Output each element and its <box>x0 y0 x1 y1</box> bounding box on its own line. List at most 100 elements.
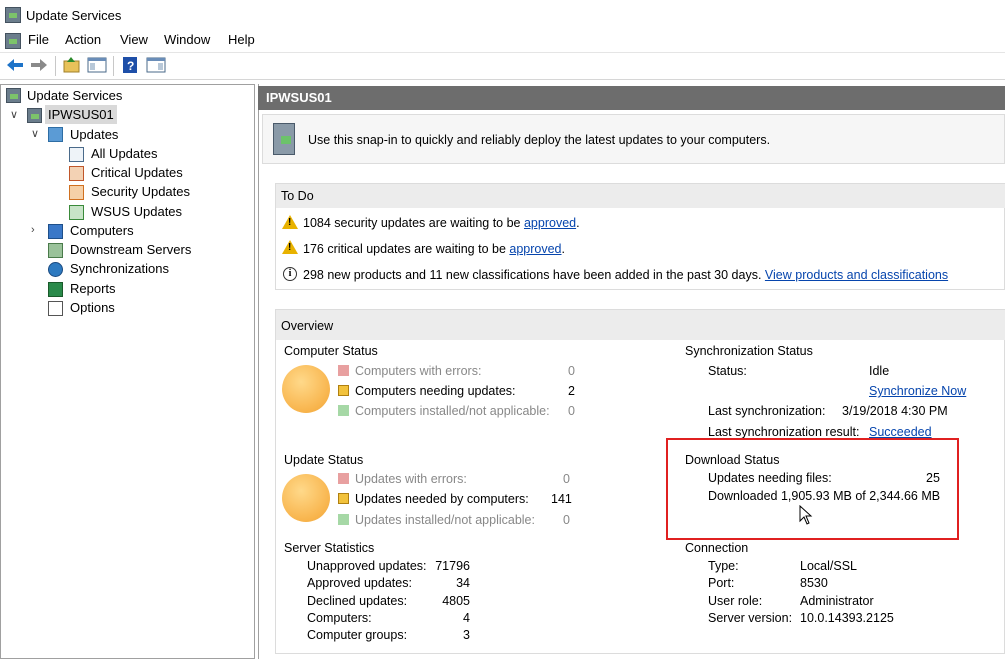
server-statistics-title: Server Statistics <box>284 541 375 555</box>
tree-item-options[interactable]: Options <box>70 298 115 317</box>
user-role-value: Administrator <box>800 594 874 608</box>
downloaded-text: Downloaded 1,905.93 MB of 2,344.66 MB <box>708 489 941 503</box>
svg-text:?: ? <box>127 59 134 73</box>
error-legend-swatch <box>338 365 349 376</box>
tree-item-downstream-servers[interactable]: Downstream Servers <box>70 240 191 259</box>
overview-title: Overview <box>281 319 334 333</box>
sync-status-title: Synchronization Status <box>685 344 813 358</box>
downstream-servers-icon <box>48 243 63 258</box>
todo-item-security: 1084 security updates are waiting to be … <box>303 216 580 230</box>
updates-icon <box>48 127 63 142</box>
intro-panel: Use this snap-in to quickly and reliably… <box>262 114 1005 164</box>
updates-needed-value: 141 <box>551 492 572 506</box>
menu-window[interactable]: Window <box>164 32 210 47</box>
computers-errors-label: Computers with errors: <box>355 364 482 378</box>
intro-text: Use this snap-in to quickly and reliably… <box>308 133 771 147</box>
computers-needing-value: 2 <box>568 384 575 398</box>
todo-item-products: 298 new products and 11 new classificati… <box>303 268 949 282</box>
warning-icon <box>282 240 298 254</box>
computers-icon <box>48 224 63 239</box>
computer-groups-value: 3 <box>463 628 470 642</box>
todo-header: To Do <box>276 184 1005 208</box>
updates-errors-label: Updates with errors: <box>355 472 467 486</box>
declined-updates-label: Declined updates: <box>307 594 408 608</box>
menu-help[interactable]: Help <box>228 32 255 47</box>
update-status-title: Update Status <box>284 453 364 467</box>
tree-item-computers[interactable]: Computers <box>70 221 134 240</box>
needed-legend-swatch <box>338 493 349 504</box>
tree-item-all-updates[interactable]: All Updates <box>91 144 157 163</box>
tree-item-reports[interactable]: Reports <box>70 279 116 298</box>
approved-updates-value: 34 <box>456 576 470 590</box>
tree-item-critical-updates[interactable]: Critical Updates <box>91 163 183 182</box>
updates-installed-label: Updates installed/not applicable: <box>355 513 535 527</box>
tree-item-updates[interactable]: Updates <box>70 125 118 144</box>
toolbar-separator <box>55 56 56 76</box>
last-sync-label: Last synchronization: <box>708 404 826 418</box>
connection-type-value: Local/SSL <box>800 559 857 573</box>
update-services-app-icon <box>5 7 21 23</box>
installed-legend-swatch <box>338 405 349 416</box>
tree-item-security-updates[interactable]: Security Updates <box>91 182 190 201</box>
updates-needing-files-label: Updates needing files: <box>708 471 832 485</box>
wsus-server-icon <box>273 123 295 155</box>
tree-item-synchronizations[interactable]: Synchronizations <box>70 259 169 278</box>
mouse-cursor-icon <box>799 504 813 528</box>
last-sync-result-label: Last synchronization result: <box>708 425 860 439</box>
approved-updates-label: Approved updates: <box>307 576 412 590</box>
details-header-title: IPWSUS01 <box>266 90 332 105</box>
system-menu-icon[interactable] <box>5 33 21 49</box>
show-hide-action-pane-icon[interactable] <box>146 56 166 74</box>
computers-count-label: Computers: <box>307 611 372 625</box>
computers-count-value: 4 <box>463 611 470 625</box>
menu-view[interactable]: View <box>120 32 148 47</box>
declined-updates-value: 4805 <box>442 594 470 608</box>
sync-result-link[interactable]: Succeeded <box>869 425 932 439</box>
tree-item-wsus-updates[interactable]: WSUS Updates <box>91 202 182 221</box>
back-icon[interactable] <box>5 56 25 74</box>
computer-groups-label: Computer groups: <box>307 628 408 642</box>
tree-item-server[interactable]: IPWSUS01 <box>45 105 117 124</box>
computers-installed-label: Computers installed/not applicable: <box>355 404 550 418</box>
error-legend-swatch <box>338 473 349 484</box>
options-icon <box>48 301 63 316</box>
chevron-down-icon[interactable]: ∨ <box>10 108 18 121</box>
approved-link[interactable]: approved <box>509 242 561 256</box>
menu-file[interactable]: File <box>28 32 49 47</box>
view-products-link[interactable]: View products and classifications <box>765 268 948 282</box>
sync-status-label: Status: <box>708 364 747 378</box>
server-icon <box>27 108 42 123</box>
installed-legend-swatch <box>338 514 349 525</box>
connection-type-label: Type: <box>708 559 739 573</box>
updates-errors-value: 0 <box>563 472 570 486</box>
tree-item-update-services[interactable]: Update Services <box>27 86 122 105</box>
last-sync-value: 3/19/2018 4:30 PM <box>842 404 948 418</box>
chevron-down-icon[interactable]: ∨ <box>31 127 39 140</box>
approved-link[interactable]: approved <box>524 216 576 230</box>
all-updates-icon <box>69 147 84 162</box>
user-role-label: User role: <box>708 594 763 608</box>
server-version-label: Server version: <box>708 611 793 625</box>
connection-port-value: 8530 <box>800 576 828 590</box>
chevron-right-icon[interactable]: › <box>31 224 35 236</box>
title-bar: Update Services <box>0 0 1005 30</box>
computers-installed-value: 0 <box>568 404 575 418</box>
critical-updates-icon <box>69 166 84 181</box>
menu-bar: File Action View Window Help <box>0 30 1005 51</box>
help-icon[interactable]: ? <box>120 56 140 74</box>
needed-legend-swatch <box>338 385 349 396</box>
window-title: Update Services <box>26 8 122 23</box>
synchronize-now-link[interactable]: Synchronize Now <box>869 384 966 398</box>
menu-action[interactable]: Action <box>65 32 101 47</box>
forward-icon[interactable] <box>29 56 49 74</box>
computers-errors-value: 0 <box>568 364 575 378</box>
update-services-icon <box>6 88 21 103</box>
unapproved-updates-value: 71796 <box>435 559 470 573</box>
info-icon: i <box>283 267 297 281</box>
todo-item-critical: 176 critical updates are waiting to be a… <box>303 242 565 256</box>
connection-title: Connection <box>685 541 749 555</box>
server-version-value: 10.0.14393.2125 <box>800 611 894 625</box>
show-hide-console-tree-icon[interactable] <box>87 56 107 74</box>
download-status-title: Download Status <box>685 453 780 467</box>
up-folder-icon[interactable] <box>62 56 82 74</box>
